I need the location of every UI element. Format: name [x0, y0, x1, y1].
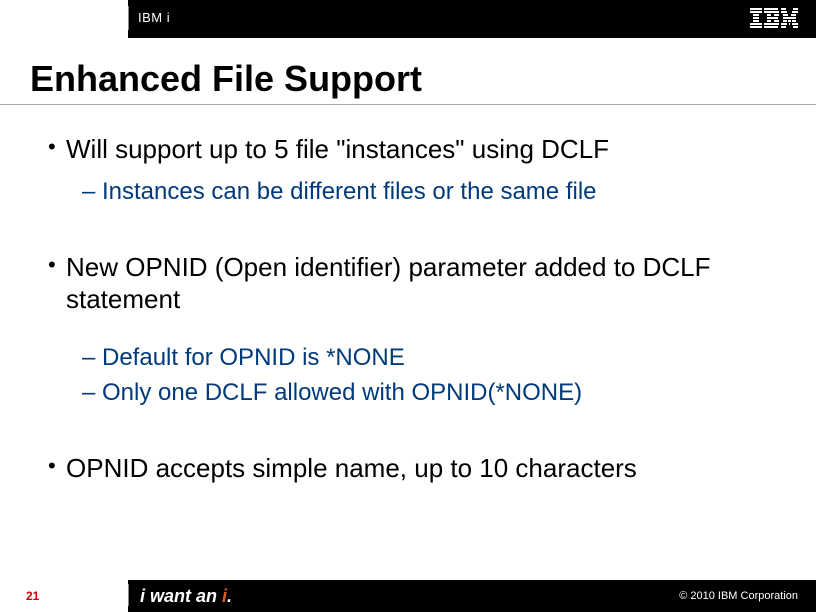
tagline-suffix: . — [227, 586, 232, 606]
bullet-item: New OPNID (Open identifier) parameter ad… — [48, 251, 786, 316]
bullet-sub-item: Default for OPNID is *NONE — [82, 342, 786, 373]
footer-divider — [128, 584, 129, 606]
footer-tagline: i want an i. — [140, 586, 232, 607]
footer-left-block: 21 — [0, 580, 128, 612]
bullet-sub-item: Only one DCLF allowed with OPNID(*NONE) — [82, 377, 786, 408]
bullet-item: OPNID accepts simple name, up to 10 char… — [48, 452, 786, 485]
tagline-prefix: i want an — [140, 586, 222, 606]
slide-header: IBM i — [0, 0, 816, 38]
slide-footer: 21 i want an i. © 2010 IBM Corporation — [0, 580, 816, 612]
header-left-block — [0, 0, 128, 38]
ibm-logo-icon — [750, 8, 798, 28]
header-product-label: IBM i — [138, 10, 170, 25]
page-number: 21 — [0, 589, 39, 603]
bullet-sub-item: Instances can be different files or the … — [82, 176, 786, 207]
header-divider — [128, 6, 129, 30]
bullet-item: Will support up to 5 file "instances" us… — [48, 133, 786, 166]
slide-content: Will support up to 5 file "instances" us… — [0, 105, 816, 485]
footer-copyright: © 2010 IBM Corporation — [679, 590, 798, 602]
slide-title: Enhanced File Support — [0, 38, 816, 104]
